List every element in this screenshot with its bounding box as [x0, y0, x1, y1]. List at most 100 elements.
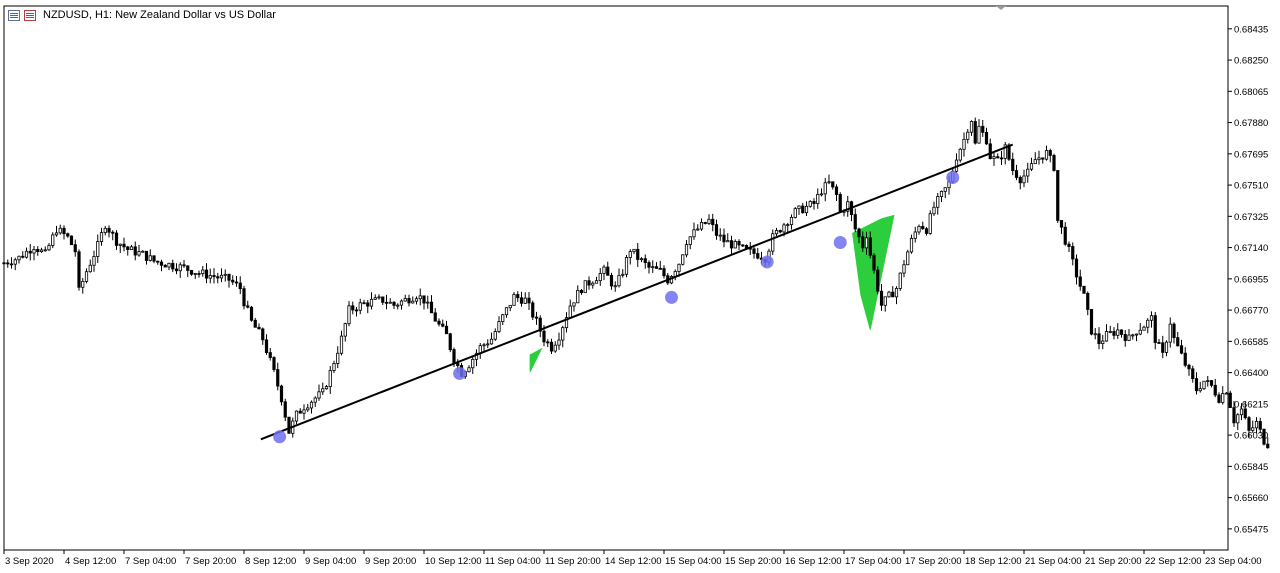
candle-body [542, 330, 546, 343]
candle-body [114, 232, 119, 246]
candle [1153, 311, 1157, 350]
candle-body [298, 410, 302, 414]
candle-body [272, 357, 276, 370]
candle [943, 187, 947, 199]
candle [999, 150, 1004, 165]
candle-body [718, 234, 722, 237]
candle-body [939, 190, 944, 197]
x-tick-label: 22 Sep 12:00 [1145, 556, 1202, 567]
chart-window[interactable]: 0.68435 0.68250 0.68065 0.67880 0.67695 0.675… [0, 0, 1280, 573]
candle [1119, 329, 1124, 338]
candle-body [1206, 380, 1210, 382]
candle [737, 239, 741, 250]
candle-body [321, 388, 325, 393]
candle-body [1157, 342, 1161, 344]
candle-body [621, 273, 625, 276]
candle-body [294, 410, 299, 422]
candle-body [1011, 158, 1015, 171]
candle [373, 294, 377, 300]
candle-body [332, 363, 336, 371]
candle-body [906, 251, 910, 266]
candle [306, 403, 310, 412]
candle-body [411, 300, 415, 304]
x-tick-label: 11 Sep 04:00 [485, 556, 541, 567]
candle [1089, 309, 1094, 336]
candle [309, 400, 314, 414]
candle [81, 278, 85, 294]
price-chart[interactable]: 0.68435 0.68250 0.68065 0.67880 0.67695 0.675… [0, 0, 1280, 573]
candle [1209, 380, 1214, 388]
candle [201, 265, 205, 277]
y-tick-label: 0.65845 [1234, 462, 1268, 473]
candle [673, 269, 677, 281]
x-tick-label: 15 Sep 04:00 [665, 556, 722, 567]
trendline[interactable] [260, 143, 1014, 441]
price-axis: 0.68435 0.68250 0.68065 0.67880 0.67695 0.675… [1228, 24, 1268, 535]
candle [932, 201, 936, 216]
candle [1146, 318, 1150, 334]
candle [628, 249, 632, 265]
candle [1003, 142, 1007, 165]
candle [778, 229, 782, 234]
candle [141, 249, 145, 253]
candle-body [692, 229, 696, 238]
candle-body [54, 232, 59, 236]
candle-body [834, 186, 839, 195]
candle [152, 255, 156, 264]
candle [726, 233, 730, 243]
symbol-title: NZDUSD, H1: New Zealand Dollar vs US Dol… [43, 9, 276, 21]
candle-body [658, 267, 662, 270]
candle [298, 408, 302, 414]
chart-window-icon-alt[interactable] [24, 9, 36, 21]
candle [122, 237, 126, 252]
candle [1187, 363, 1191, 376]
candle-body [216, 276, 220, 279]
candle-body [437, 320, 441, 325]
candle [613, 281, 617, 292]
chart-window-icon[interactable] [8, 9, 20, 21]
candle [43, 246, 47, 252]
candle [238, 276, 242, 295]
candle-body [793, 208, 797, 218]
candle [651, 260, 655, 273]
candle-body [1209, 380, 1214, 386]
x-tick-label: 8 Sep 12:00 [245, 556, 296, 567]
candle [234, 276, 239, 287]
candle [1161, 335, 1165, 359]
candle [1074, 254, 1079, 285]
y-tick-label: 0.66585 [1234, 337, 1268, 348]
y-tick-label: 0.66955 [1234, 274, 1268, 285]
x-tick-label: 18 Sep 12:00 [965, 556, 1022, 567]
candle [1176, 332, 1180, 347]
candle [741, 244, 745, 247]
candle-body [388, 301, 392, 304]
candle-body [707, 218, 711, 224]
candle [204, 263, 209, 284]
candle-body [81, 281, 85, 288]
candle-body [208, 275, 212, 279]
candle-body [28, 250, 32, 254]
candle-body [617, 274, 621, 287]
candle-body [317, 391, 321, 399]
candle-body [32, 249, 36, 254]
candle [632, 248, 636, 255]
candle [913, 226, 917, 243]
candle-body [242, 288, 246, 307]
trendline-layer[interactable] [260, 143, 1014, 441]
candle [426, 295, 430, 309]
candle [317, 384, 321, 401]
y-tick-label: 0.68065 [1234, 87, 1268, 98]
time-axis: 3 Sep 2020 4 Sep 12:00 7 Sep 04:00 7 Sep 20… [3, 550, 1262, 567]
x-tick-label: 14 Sep 12:00 [605, 556, 662, 567]
candle-body [249, 306, 254, 321]
candle-body [129, 246, 134, 250]
candle [77, 249, 81, 291]
candle-body [1247, 417, 1251, 431]
candle-body [654, 266, 659, 269]
candle-body [369, 298, 374, 307]
candle-body [864, 237, 869, 249]
candle [294, 410, 299, 425]
candle [531, 300, 535, 321]
candle [69, 235, 74, 246]
candle-body [774, 230, 779, 235]
